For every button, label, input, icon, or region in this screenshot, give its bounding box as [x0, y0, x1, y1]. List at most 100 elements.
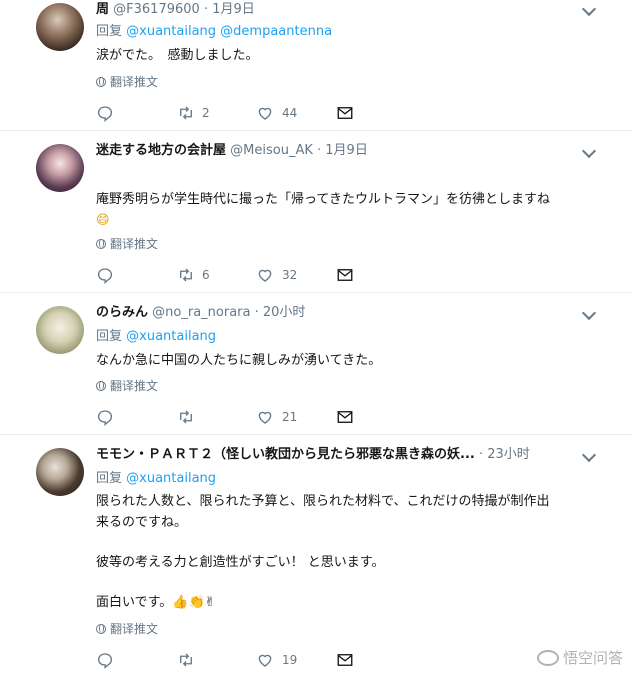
tweet-header: モモン・ＰＡＲＴ２（怪しい教団から見たら邪悪な黒き森の妖... · 23小时 [96, 445, 530, 465]
divider [0, 434, 633, 435]
like-count: 21 [282, 410, 298, 424]
retweet-button[interactable]: 2 [176, 103, 210, 123]
translate-link[interactable]: 翻译推文 [96, 74, 158, 90]
heart-icon [258, 654, 272, 667]
grinning-face-emoji: 😄 [96, 213, 110, 228]
reply-icon [97, 653, 113, 670]
chevron-down-icon[interactable] [581, 305, 597, 321]
like-button[interactable]: 21 [256, 407, 297, 427]
display-name[interactable]: のらみん [96, 305, 148, 320]
reply-mentions[interactable]: @xuantailang @dempaantenna [126, 24, 332, 39]
heart-icon [258, 269, 272, 282]
dm-button[interactable] [336, 265, 354, 285]
like-button[interactable]: 32 [256, 265, 297, 285]
like-count: 32 [282, 268, 298, 282]
dm-button[interactable] [336, 103, 354, 123]
envelope-icon [337, 107, 353, 119]
reply-button[interactable] [96, 407, 114, 427]
divider [0, 292, 633, 293]
translate-link[interactable]: 翻译推文 [96, 378, 158, 394]
tweet-line: 彼等の考える力と創造性がすごい！ と思います。 [96, 555, 385, 570]
avatar[interactable] [36, 448, 84, 496]
globe-icon [96, 239, 106, 249]
dm-button[interactable] [336, 650, 354, 670]
retweet-count: 2 [202, 106, 210, 120]
reply-icon [97, 268, 113, 285]
reply-icon [97, 410, 113, 427]
envelope-icon [337, 654, 353, 666]
reply-to: 回复 @xuantailang @dempaantenna [96, 22, 332, 42]
tweet-text: 限られた人数と、限られた予算と、限られた材料で、これだけの特撮が制作出 来るので… [96, 491, 549, 613]
divider [0, 130, 633, 131]
like-button[interactable]: 44 [256, 103, 297, 123]
globe-icon [96, 624, 106, 634]
tweet-actions: 19 [96, 650, 396, 670]
reply-label: 回复 [96, 329, 123, 344]
reply-button[interactable] [96, 265, 114, 285]
heart-icon [258, 411, 272, 424]
timestamp[interactable]: · 20小时 [255, 305, 306, 320]
tweet-actions: 6 32 [96, 265, 396, 285]
chevron-down-icon[interactable] [581, 1, 597, 17]
handle[interactable]: @no_ra_norara [152, 305, 250, 320]
globe-icon [96, 77, 106, 87]
tweet-text: 涙がでた。 感動しました。 [96, 45, 259, 66]
watermark-text: 悟空问答 [562, 649, 623, 667]
timestamp[interactable]: · 1月9日 [317, 143, 368, 158]
dm-button[interactable] [336, 407, 354, 427]
like-count: 19 [282, 653, 298, 667]
translate-link[interactable]: 翻译推文 [96, 236, 158, 252]
translate-label: 翻译推文 [110, 622, 159, 636]
chevron-down-icon[interactable] [581, 143, 597, 159]
reply-label: 回复 [96, 24, 123, 39]
tweet-line: 涙がでた。 感動しました。 [96, 48, 259, 63]
heart-icon [258, 107, 272, 120]
tweet-actions: 2 44 [96, 103, 396, 123]
tweet-line: 面白いです。👍👏✌ [96, 595, 216, 610]
envelope-icon [337, 411, 353, 423]
reply-label: 回复 [96, 471, 123, 486]
retweet-icon [180, 410, 192, 424]
display-name[interactable]: 周 [96, 2, 109, 17]
tweet-text: なんか急に中国の人たちに親しみが湧いてきた。 [96, 350, 381, 371]
reply-button[interactable] [96, 650, 114, 670]
reply-to: 回复 @xuantailang [96, 469, 216, 489]
retweet-button[interactable]: 6 [176, 265, 210, 285]
display-name[interactable]: モモン・ＰＡＲＴ２（怪しい教団から見たら邪悪な黒き森の妖... [96, 447, 475, 462]
retweet-icon [180, 268, 192, 282]
translate-label: 翻译推文 [110, 237, 159, 251]
retweet-icon [180, 653, 192, 667]
tweet-actions: 21 [96, 407, 396, 427]
retweet-button[interactable] [176, 650, 196, 670]
like-count: 44 [282, 106, 298, 120]
tweet-line: 庵野秀明らが学生時代に撮った「帰ってきたウルトラマン」を彷彿としますね [96, 192, 550, 207]
translate-label: 翻译推文 [110, 379, 159, 393]
translate-link[interactable]: 翻译推文 [96, 621, 158, 637]
tweet-line: 限られた人数と、限られた予算と、限られた材料で、これだけの特撮が制作出 [96, 494, 550, 509]
display-name[interactable]: 迷走する地方の会計屋 [96, 143, 226, 158]
envelope-icon [337, 269, 353, 281]
tweet-header: 周 @F36179600 · 1月9日 [96, 0, 255, 20]
tweet-header: 迷走する地方の会計屋 @Meisou_AK · 1月9日 [96, 141, 368, 161]
watermark: 悟空问答 [536, 647, 623, 668]
globe-icon [96, 381, 106, 391]
like-button[interactable]: 19 [256, 650, 297, 670]
retweet-button[interactable] [176, 407, 196, 427]
avatar[interactable] [36, 3, 84, 51]
tweet-text: 庵野秀明らが学生時代に撮った「帰ってきたウルトラマン」を彷彿としますね 😄 [96, 189, 550, 231]
reply-button[interactable] [96, 103, 114, 123]
reply-mentions[interactable]: @xuantailang [126, 329, 216, 344]
reply-mentions[interactable]: @xuantailang [126, 471, 216, 486]
handle[interactable]: @F36179600 [113, 2, 200, 17]
tweet-header: のらみん @no_ra_norara · 20小时 [96, 303, 305, 323]
avatar[interactable] [36, 144, 84, 192]
chevron-down-icon[interactable] [581, 447, 597, 463]
handle[interactable]: @Meisou_AK [230, 143, 313, 158]
tweet-line: なんか急に中国の人たちに親しみが湧いてきた。 [96, 353, 382, 368]
timestamp[interactable]: · 23小时 [479, 447, 530, 462]
avatar[interactable] [36, 306, 84, 354]
timestamp[interactable]: · 1月9日 [204, 2, 255, 17]
reply-icon [97, 106, 113, 123]
